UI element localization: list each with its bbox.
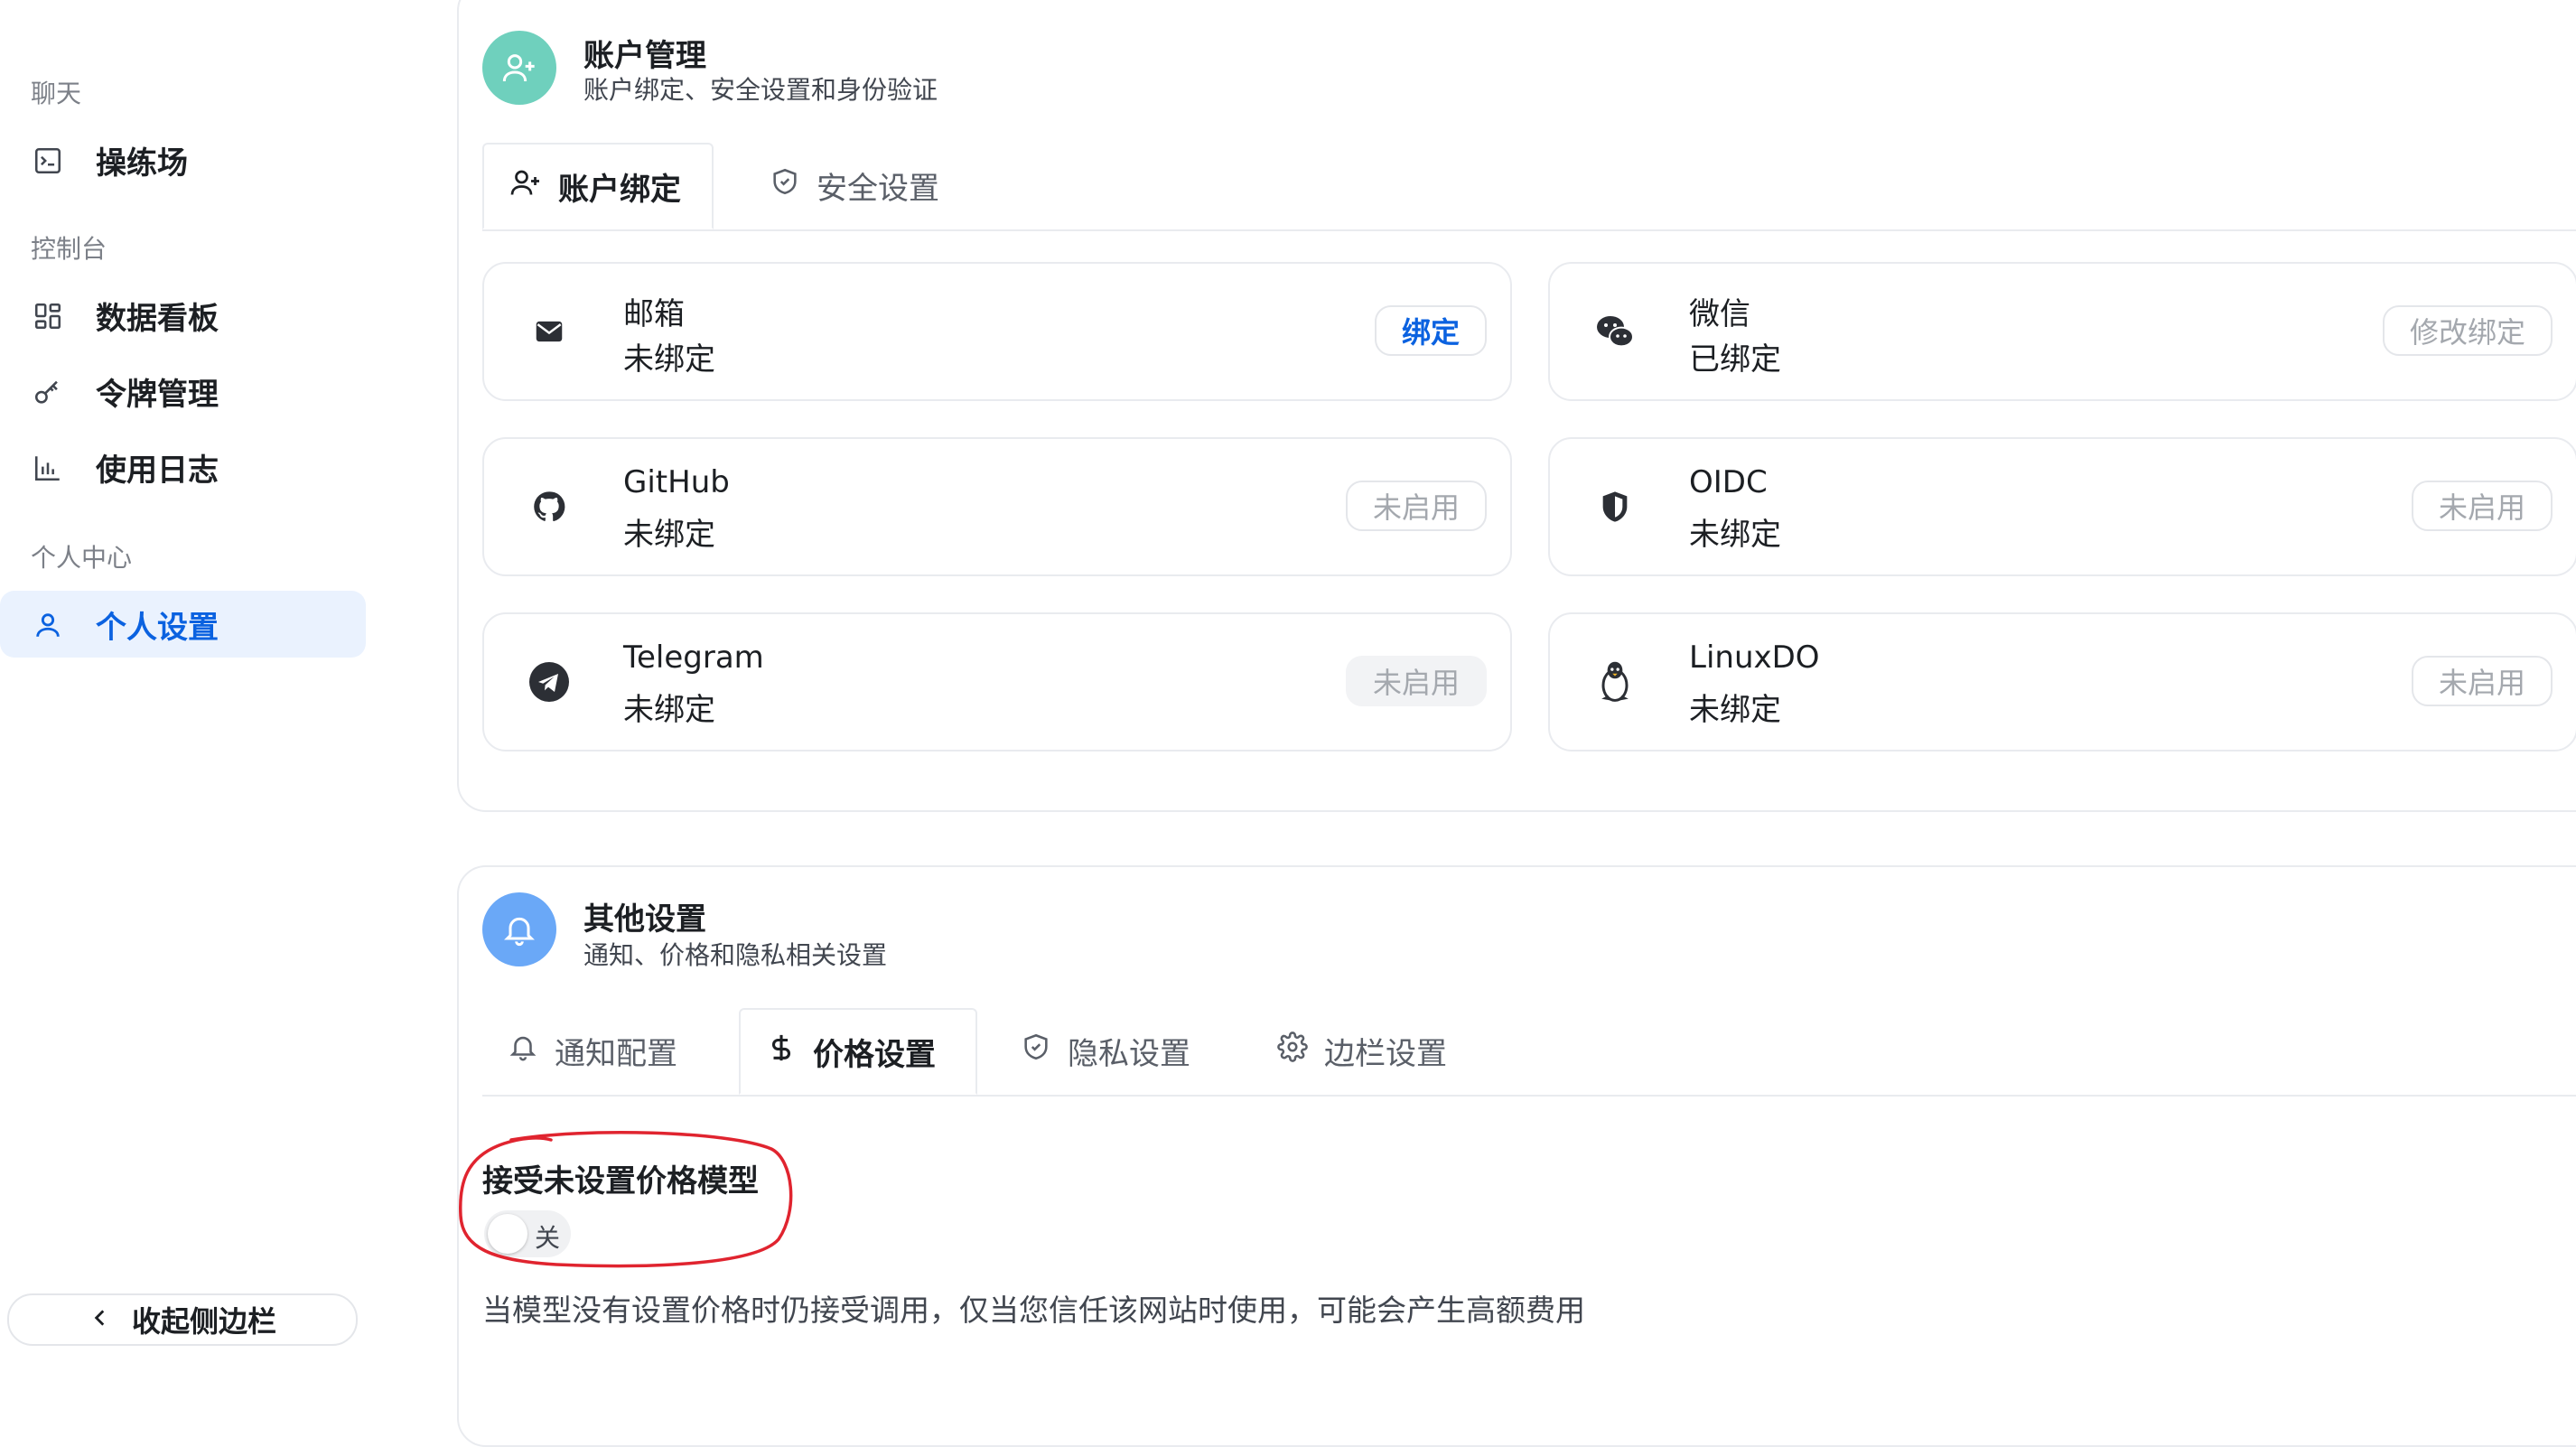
dollar-icon <box>766 1032 797 1071</box>
card-title: 账户管理 <box>583 38 706 74</box>
binding-oidc: OIDC 未绑定 未启用 <box>1548 437 2576 576</box>
accept-unpriced-models-toggle[interactable]: 关 <box>484 1210 571 1257</box>
other-settings-tabs: 通知配置 价格设置 隐私设置 边栏设置 <box>482 1008 2576 1097</box>
telegram-disabled-button[interactable]: 未启用 <box>1345 656 1487 706</box>
bind-email-button[interactable]: 绑定 <box>1374 305 1487 356</box>
other-settings-card: 其他设置 通知、价格和隐私相关设置 通知配置 价格设置 隐私设置 边栏设置 <box>457 865 2576 1447</box>
binding-name: OIDC <box>1689 464 1768 500</box>
sidebar-item-logs[interactable]: 使用日志 <box>0 434 366 500</box>
tab-notification-config[interactable]: 通知配置 <box>482 1008 703 1093</box>
tab-label: 安全设置 <box>817 170 939 207</box>
accept-unpriced-models-label: 接受未设置价格模型 <box>482 1163 759 1200</box>
sidebar-item-label: 个人设置 <box>96 609 219 646</box>
toggle-state-label: 关 <box>535 1223 561 1253</box>
telegram-icon <box>527 660 571 704</box>
binding-name: 微信 <box>1689 296 1750 332</box>
tab-sidebar-settings[interactable]: 边栏设置 <box>1252 1008 1472 1093</box>
tab-privacy-settings[interactable]: 隐私设置 <box>995 1008 1216 1093</box>
sidebar-item-dashboard[interactable]: 数据看板 <box>0 282 366 349</box>
dashboard-icon <box>31 299 65 333</box>
tab-label: 隐私设置 <box>1068 1035 1190 1072</box>
sidebar-item-playground[interactable]: 操练场 <box>0 126 366 193</box>
sidebar-item-label: 数据看板 <box>96 300 219 337</box>
mail-icon <box>527 310 571 353</box>
shield-check-icon <box>1021 1032 1051 1070</box>
tab-label: 价格设置 <box>813 1036 936 1073</box>
binding-telegram: Telegram 未绑定 未启用 <box>482 612 1512 752</box>
wechat-icon <box>1593 310 1637 353</box>
key-icon <box>31 375 65 409</box>
sidebar-item-personal-settings[interactable]: 个人设置 <box>0 591 366 658</box>
account-management-card: 账户管理 账户绑定、安全设置和身份验证 账户绑定 安全设置 邮箱 未绑定 绑定 … <box>457 0 2576 812</box>
tab-label: 边栏设置 <box>1324 1035 1447 1072</box>
terminal-icon <box>31 144 65 178</box>
tab-label: 账户绑定 <box>558 171 681 208</box>
sidebar-item-label: 操练场 <box>96 145 188 182</box>
linuxdo-disabled-button[interactable]: 未启用 <box>2411 656 2553 706</box>
account-card-icon <box>482 31 556 105</box>
binding-name: 邮箱 <box>623 296 685 332</box>
binding-status: 未绑定 <box>1689 517 1781 553</box>
binding-wechat: 微信 已绑定 修改绑定 <box>1548 262 2576 401</box>
sidebar-item-tokens[interactable]: 令牌管理 <box>0 358 366 425</box>
github-disabled-button[interactable]: 未启用 <box>1345 481 1487 531</box>
tab-label: 通知配置 <box>555 1035 677 1072</box>
bell-card-icon <box>482 892 556 966</box>
binding-name: LinuxDO <box>1689 639 1820 676</box>
binding-name: Telegram <box>623 639 764 676</box>
binding-name: GitHub <box>623 464 730 500</box>
sidebar-section-chat: 聊天 <box>31 79 82 108</box>
sidebar: 聊天 操练场 控制台 数据看板 令牌管理 使用日志 个人中心 个人设置 收起侧边… <box>0 0 379 1373</box>
collapse-sidebar-label: 收起侧边栏 <box>131 1304 276 1339</box>
sidebar-section-console: 控制台 <box>31 234 107 264</box>
tab-account-binding[interactable]: 账户绑定 <box>482 143 714 229</box>
shield-check-icon <box>770 166 800 205</box>
collapse-sidebar-button[interactable]: 收起侧边栏 <box>7 1293 358 1346</box>
bar-chart-icon <box>31 451 65 485</box>
binding-status: 已绑定 <box>1689 341 1781 378</box>
chevron-left-icon <box>89 1302 112 1337</box>
accept-unpriced-models-description: 当模型没有设置价格时仍接受调用，仅当您信任该网站时使用，可能会产生高额费用 <box>482 1293 1585 1328</box>
card-subtitle: 账户绑定、安全设置和身份验证 <box>583 75 938 105</box>
binding-email: 邮箱 未绑定 绑定 <box>482 262 1512 401</box>
oidc-disabled-button[interactable]: 未启用 <box>2411 481 2553 531</box>
oidc-shield-icon <box>1593 485 1637 528</box>
modify-wechat-binding-button[interactable]: 修改绑定 <box>2382 305 2553 356</box>
tab-price-settings[interactable]: 价格设置 <box>739 1008 977 1095</box>
bell-icon <box>508 1032 538 1070</box>
sidebar-item-label: 使用日志 <box>96 452 219 489</box>
tab-security-settings[interactable]: 安全设置 <box>744 143 965 228</box>
sidebar-item-label: 令牌管理 <box>96 376 219 413</box>
binding-status: 未绑定 <box>623 517 715 553</box>
user-plus-icon <box>509 166 542 207</box>
user-icon <box>31 608 65 642</box>
toggle-knob <box>488 1214 527 1254</box>
binding-github: GitHub 未绑定 未启用 <box>482 437 1512 576</box>
binding-status: 未绑定 <box>623 692 715 728</box>
sidebar-section-personal: 个人中心 <box>31 543 133 573</box>
linux-penguin-icon <box>1593 660 1637 704</box>
account-tabs: 账户绑定 安全设置 <box>482 143 2576 231</box>
card-title: 其他设置 <box>583 901 706 938</box>
card-subtitle: 通知、价格和隐私相关设置 <box>583 940 888 970</box>
binding-linuxdo: LinuxDO 未绑定 未启用 <box>1548 612 2576 752</box>
github-icon <box>527 485 571 528</box>
gear-icon <box>1277 1031 1308 1070</box>
binding-status: 未绑定 <box>1689 692 1781 728</box>
binding-status: 未绑定 <box>623 341 715 378</box>
